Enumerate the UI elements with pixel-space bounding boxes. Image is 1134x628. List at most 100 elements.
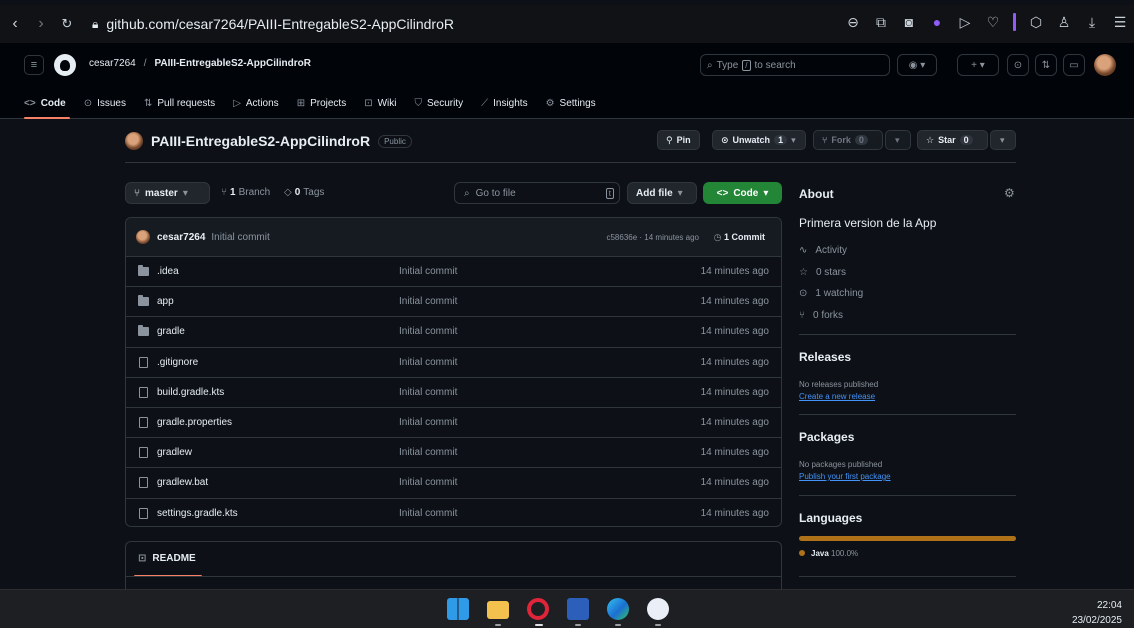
file-commit-message[interactable]: Initial commit xyxy=(399,357,457,368)
file-name[interactable]: gradle xyxy=(157,326,185,337)
file-commit-message[interactable]: Initial commit xyxy=(399,447,457,458)
tags-link[interactable]: ◇ 0 Tags xyxy=(284,187,324,198)
pin-button[interactable]: ⚲ Pin xyxy=(657,130,700,150)
table-row[interactable]: .gitignore Initial commit 14 minutes ago xyxy=(126,348,781,378)
search-input[interactable]: ⌕ Type / to search xyxy=(700,54,890,76)
star-button[interactable]: ☆ Star 0 xyxy=(917,130,988,150)
gear-icon[interactable]: ⚙ xyxy=(1004,186,1015,200)
star-dropdown-button[interactable]: ▾ xyxy=(990,130,1016,150)
file-explorer-icon[interactable] xyxy=(487,601,509,619)
file-commit-message[interactable]: Initial commit xyxy=(399,417,457,428)
opera-browser-icon[interactable] xyxy=(527,598,549,620)
file-name[interactable]: .gitignore xyxy=(157,357,198,368)
fork-dropdown-button[interactable]: ▾ xyxy=(885,130,911,150)
publish-package-link[interactable]: Publish your first package xyxy=(799,472,1017,481)
user-avatar[interactable] xyxy=(1094,54,1116,76)
watching-link[interactable]: ⊙ 1 watching xyxy=(799,283,1017,305)
file-name[interactable]: gradlew xyxy=(157,447,192,458)
branch-selector[interactable]: ⑂ master ▾ xyxy=(125,182,210,204)
forward-icon[interactable]: › xyxy=(30,13,52,35)
tab-security[interactable]: ⛉ Security xyxy=(414,89,463,117)
word-icon[interactable] xyxy=(567,598,589,620)
code-button[interactable]: <> Code ▾ xyxy=(703,182,782,204)
profile-icon[interactable]: ♙ xyxy=(1056,14,1072,30)
play-icon[interactable]: ▷ xyxy=(957,14,973,30)
commits-count-link[interactable]: ◷ 1 Commit xyxy=(714,232,765,243)
commit-message[interactable]: Initial commit xyxy=(211,232,269,243)
cube-icon[interactable]: ⬡ xyxy=(1028,14,1044,30)
table-row[interactable]: settings.gradle.kts Initial commit 14 minu… xyxy=(126,499,781,527)
tab-insights[interactable]: ⟋ Insights xyxy=(481,89,527,117)
table-row[interactable]: gradle.properties Initial commit 14 minute… xyxy=(126,408,781,439)
hamburger-menu-button[interactable]: ≡ xyxy=(24,55,44,75)
file-name[interactable]: .idea xyxy=(157,266,179,277)
breadcrumb-owner[interactable]: cesar7264 xyxy=(89,58,136,69)
github-logo-icon[interactable] xyxy=(54,54,76,76)
stars-link[interactable]: ☆ 0 stars xyxy=(799,262,1017,284)
windows-start-icon[interactable] xyxy=(447,598,469,620)
zoom-icon[interactable]: ⊖ xyxy=(845,14,861,30)
file-commit-message[interactable]: Initial commit xyxy=(399,387,457,398)
forks-link[interactable]: ⑂ 0 forks xyxy=(799,305,1017,327)
unwatch-button[interactable]: ⊙ Unwatch 1 ▾ xyxy=(712,130,806,150)
repo-name[interactable]: PAIII-EntregableS2-AppCilindroR xyxy=(151,133,370,149)
menu-icon[interactable]: ☰ xyxy=(1112,14,1128,30)
file-commit-message[interactable]: Initial commit xyxy=(399,477,457,488)
file-name[interactable]: build.gradle.kts xyxy=(157,387,224,398)
add-file-button[interactable]: Add file ▾ xyxy=(627,182,697,204)
commit-sha-time[interactable]: c58636e · 14 minutes ago xyxy=(606,233,699,242)
table-row[interactable]: gradlew.bat Initial commit 14 minutes ago xyxy=(126,468,781,499)
breadcrumb-repo[interactable]: PAIII-EntregableS2-AppCilindroR xyxy=(154,58,311,69)
file-name[interactable]: gradle.properties xyxy=(157,417,232,428)
create-new-button[interactable]: + ▾ xyxy=(957,54,999,76)
table-row[interactable]: app Initial commit 14 minutes ago xyxy=(126,287,781,318)
inbox-icon[interactable]: ▭ xyxy=(1063,54,1085,76)
table-row[interactable]: gradlew Initial commit 14 minutes ago xyxy=(126,438,781,469)
issues-icon[interactable]: ⊙ xyxy=(1007,54,1029,76)
table-row[interactable]: build.gradle.kts Initial commit 14 minutes… xyxy=(126,378,781,408)
go-to-file-shortcut: t xyxy=(605,187,614,199)
fork-button[interactable]: ⑂ Fork 0 xyxy=(813,130,883,150)
camera-icon[interactable]: ◙ xyxy=(901,14,917,30)
tab-actions[interactable]: ▷ Actions xyxy=(233,89,279,117)
go-to-file-input[interactable]: ⌕ Go to file t xyxy=(454,182,620,204)
branches-link[interactable]: ⑂ 1 Branch xyxy=(221,187,270,198)
tab-issues[interactable]: ⊙ Issues xyxy=(84,89,126,117)
android-studio-icon[interactable] xyxy=(647,598,669,620)
file-name[interactable]: settings.gradle.kts xyxy=(157,508,238,519)
download-icon[interactable]: ⤓ xyxy=(1084,14,1100,30)
edge-icon[interactable] xyxy=(607,598,629,620)
commit-author[interactable]: cesar7264 xyxy=(157,232,205,243)
table-row[interactable]: .idea Initial commit 14 minutes ago xyxy=(126,257,781,288)
releases-title[interactable]: Releases xyxy=(799,350,1017,364)
file-commit-message[interactable]: Initial commit xyxy=(399,296,457,307)
back-icon[interactable]: ‹ xyxy=(4,13,26,35)
tab-settings[interactable]: ⚙ Settings xyxy=(546,89,596,117)
copilot-button[interactable]: ◉ ▾ xyxy=(897,54,937,76)
activity-link[interactable]: ∿ Activity xyxy=(799,240,1017,262)
address-bar[interactable]: github.com/cesar7264/PAIII-EntregableS2-… xyxy=(106,16,454,32)
heart-icon[interactable]: ♡ xyxy=(985,14,1001,30)
packages-title[interactable]: Packages xyxy=(799,430,1017,444)
readme-tab[interactable]: ⊡ README xyxy=(138,553,196,564)
table-row[interactable]: gradle Initial commit 14 minutes ago xyxy=(126,317,781,348)
tab-wiki[interactable]: ⊡ Wiki xyxy=(364,89,396,117)
tab-code[interactable]: <> Code xyxy=(24,89,70,119)
file-commit-message[interactable]: Initial commit xyxy=(399,326,457,337)
system-clock[interactable]: 22:04 23/02/2025 xyxy=(1072,598,1122,628)
reload-icon[interactable]: ↻ xyxy=(56,13,78,35)
file-name[interactable]: gradlew.bat xyxy=(157,477,208,488)
create-release-link[interactable]: Create a new release xyxy=(799,392,1017,401)
releases-empty-text: No releases published xyxy=(799,380,879,389)
screenshot-icon[interactable]: ⧉ xyxy=(873,14,889,30)
file-commit-message[interactable]: Initial commit xyxy=(399,508,457,519)
shield-icon[interactable]: ● xyxy=(929,14,945,30)
tab-projects[interactable]: ⊞ Projects xyxy=(297,89,347,117)
file-name[interactable]: app xyxy=(157,296,174,307)
file-commit-message[interactable]: Initial commit xyxy=(399,266,457,277)
tab-pull-requests[interactable]: ⇅ Pull requests xyxy=(144,89,215,117)
language-item[interactable]: Java 100.0% xyxy=(799,549,1017,558)
star-label: Star xyxy=(938,135,956,145)
tab-label: Actions xyxy=(245,97,279,109)
pull-requests-icon[interactable]: ⇅ xyxy=(1035,54,1057,76)
